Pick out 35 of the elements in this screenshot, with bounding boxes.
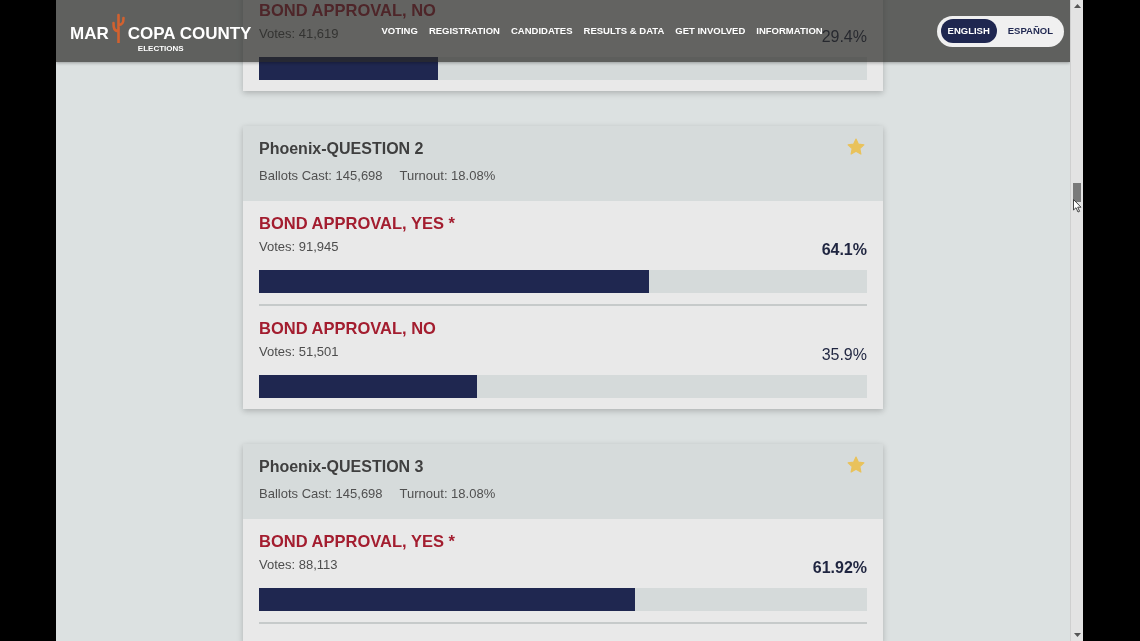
turnout-text: Turnout: 18.08%: [399, 485, 496, 503]
vote-percentage: 64.1%: [821, 240, 867, 260]
logo-text: COPA COUNTY: [127, 25, 252, 43]
choice-name: BOND APPROVAL, NO: [259, 0, 437, 20]
language-button[interactable]: ENGLISH: [940, 19, 997, 43]
vote-percentage: 35.9%: [821, 345, 867, 365]
nav-link[interactable]: CANDIDATES: [510, 25, 573, 37]
vote-percentage: 61.92%: [812, 558, 867, 578]
choice-name: BOND APPROVAL, YES *: [259, 531, 456, 551]
nav-link[interactable]: VOTING: [381, 25, 418, 37]
contest-title: Phoenix-QUESTION 2: [259, 139, 425, 159]
scroll-up-arrow-icon[interactable]: [1073, 4, 1081, 8]
logo-subtitle: ELECTIONS: [137, 44, 184, 53]
vote-count: Votes: 91,945: [259, 238, 339, 256]
ballots-cast-text: Ballots Cast: 145,698: [259, 485, 383, 503]
vote-count: Votes: 88,113: [259, 556, 338, 574]
logo-text: MAR: [70, 25, 109, 43]
scroll-down-arrow-icon[interactable]: [1073, 633, 1081, 637]
star-icon[interactable]: [847, 138, 865, 156]
turnout-text: Turnout: 18.08%: [399, 167, 496, 185]
contest-title: Phoenix-QUESTION 3: [259, 457, 425, 477]
mouse-pointer-icon: [1073, 199, 1082, 213]
nav-link[interactable]: INFORMATION: [756, 25, 823, 37]
nav-link[interactable]: REGISTRATION: [428, 25, 500, 37]
scrollbar-thumb[interactable]: [1073, 183, 1081, 202]
vote-count: Votes: 51,501: [259, 343, 339, 361]
star-icon[interactable]: [847, 456, 865, 474]
choice-name: BOND APPROVAL, NO: [259, 318, 437, 338]
scrollbar[interactable]: [1070, 0, 1083, 641]
choice-name: BOND APPROVAL, YES *: [259, 213, 456, 233]
language-button[interactable]: ESPAÑOL: [1000, 19, 1060, 43]
vote-percentage: 29.4%: [821, 27, 867, 47]
nav-link[interactable]: GET INVOLVED: [675, 25, 746, 37]
ballots-cast-text: Ballots Cast: 145,698: [259, 167, 383, 185]
nav-link[interactable]: RESULTS & DATA: [583, 25, 665, 37]
